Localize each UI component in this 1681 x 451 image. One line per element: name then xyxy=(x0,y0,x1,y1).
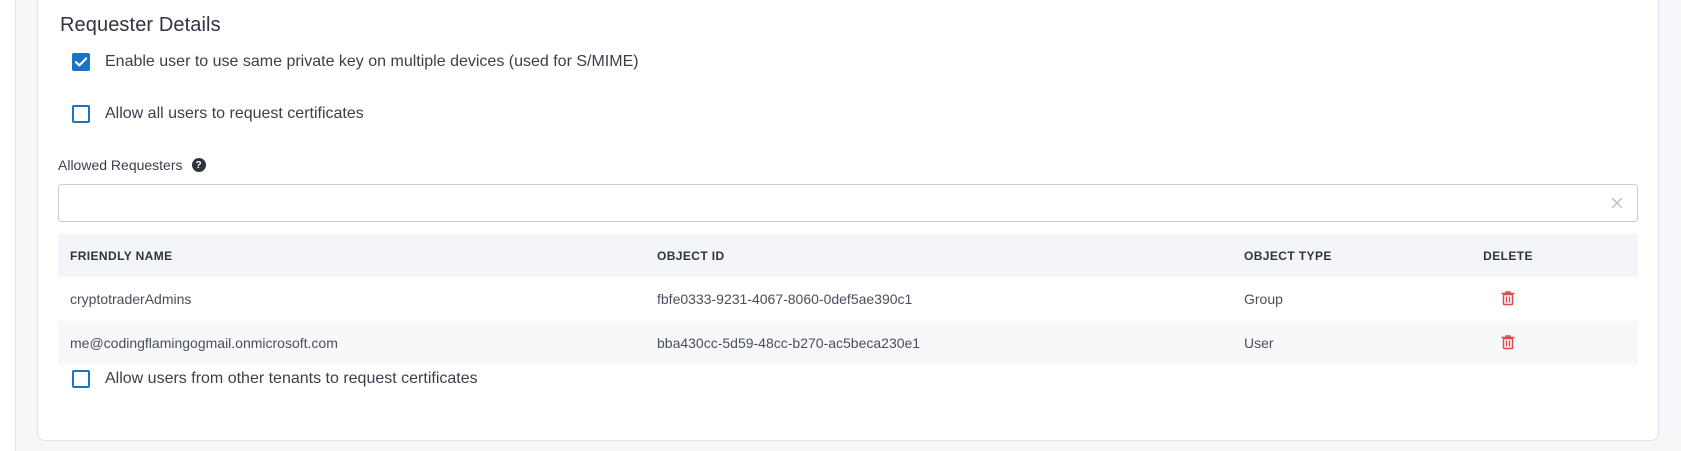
delete-cell xyxy=(1473,334,1543,353)
allowed-requesters-field[interactable] xyxy=(58,184,1638,222)
allow-all-users-checkbox[interactable] xyxy=(72,105,90,123)
allow-other-tenants-option[interactable]: Allow users from other tenants to reques… xyxy=(72,370,478,388)
same-private-key-checkbox[interactable] xyxy=(72,53,90,71)
delete-cell xyxy=(1473,290,1543,309)
section-title: Requester Details xyxy=(60,14,221,36)
object-type-cell: User xyxy=(1244,335,1274,351)
allow-all-users-label: Allow all users to request certificates xyxy=(105,105,364,122)
allowed-requesters-label-row: Allowed Requesters ? xyxy=(58,157,206,173)
table-row: me@codingflamingogmail.onmicrosoft.com b… xyxy=(58,321,1638,365)
question-circle-icon[interactable]: ? xyxy=(191,158,206,172)
object-type-cell: Group xyxy=(1244,291,1283,307)
trash-icon[interactable] xyxy=(1501,290,1515,306)
allow-other-tenants-label: Allow users from other tenants to reques… xyxy=(105,370,478,387)
friendly-name-cell: me@codingflamingogmail.onmicrosoft.com xyxy=(70,335,338,351)
header-friendly-name[interactable]: FRIENDLY NAME xyxy=(70,249,173,263)
close-icon[interactable] xyxy=(1609,195,1625,211)
header-object-id[interactable]: OBJECT ID xyxy=(657,249,725,263)
table-header: FRIENDLY NAME OBJECT ID OBJECT TYPE DELE… xyxy=(58,234,1638,277)
object-id-cell: fbfe0333-9231-4067-8060-0def5ae390c1 xyxy=(657,291,913,307)
requesters-table: FRIENDLY NAME OBJECT ID OBJECT TYPE DELE… xyxy=(58,234,1638,365)
table-row: cryptotraderAdmins fbfe0333-9231-4067-80… xyxy=(58,277,1638,321)
allowed-requesters-label: Allowed Requesters xyxy=(58,157,183,173)
allowed-requesters-input[interactable] xyxy=(59,185,1589,221)
checkmark-icon xyxy=(74,57,88,67)
friendly-name-cell: cryptotraderAdmins xyxy=(70,291,192,307)
object-id-cell: bba430cc-5d59-48cc-b270-ac5beca230e1 xyxy=(657,335,921,351)
allow-all-users-option[interactable]: Allow all users to request certificates xyxy=(72,105,364,123)
same-private-key-label: Enable user to use same private key on m… xyxy=(105,53,639,70)
same-private-key-option[interactable]: Enable user to use same private key on m… xyxy=(72,53,639,71)
header-object-type[interactable]: OBJECT TYPE xyxy=(1244,249,1332,263)
left-rail xyxy=(0,0,16,451)
requester-details-card: Requester Details Enable user to use sam… xyxy=(37,0,1659,441)
trash-icon[interactable] xyxy=(1501,334,1515,350)
header-delete: DELETE xyxy=(1483,248,1533,263)
allow-other-tenants-checkbox[interactable] xyxy=(72,370,90,388)
